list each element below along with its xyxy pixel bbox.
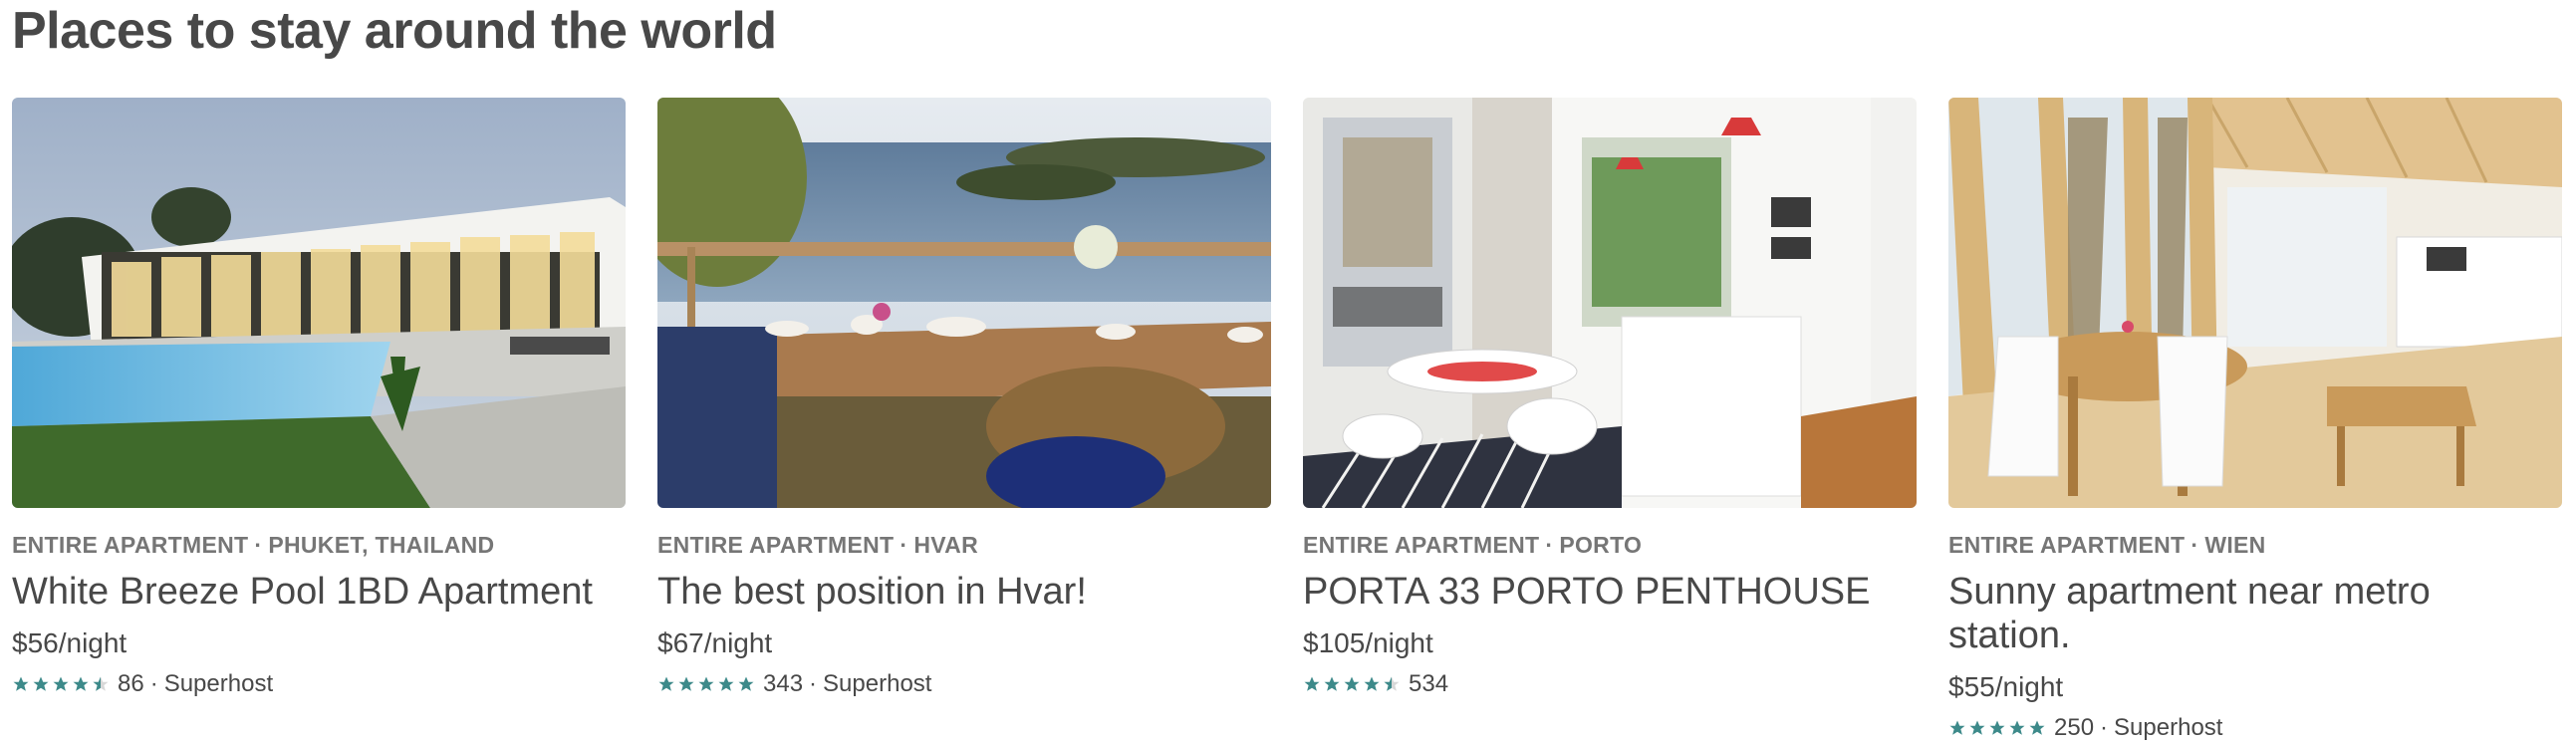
- listing-photo-4[interactable]: [1948, 98, 2562, 508]
- listing-price: $56/night: [12, 627, 128, 658]
- star-icon: [1304, 676, 1320, 691]
- star-icon: [2029, 720, 2045, 735]
- listing-rating: 534: [1303, 669, 1917, 699]
- separator-dot: ·: [2100, 714, 2109, 741]
- listing-kicker: ENTIRE APARTMENT · PORTO: [1303, 530, 1917, 560]
- listing-title[interactable]: Sunny apartment near metro station.: [1948, 570, 2546, 657]
- superhost-badge: Superhost: [823, 670, 932, 697]
- listing-location: PORTO: [1559, 532, 1643, 558]
- review-count: 86: [118, 670, 144, 697]
- half-star-icon: [1384, 676, 1400, 691]
- separator-dot: ·: [254, 532, 263, 558]
- listing-price: $55/night: [1948, 671, 2064, 702]
- listing-rating: 250 · Superhost: [1948, 713, 2562, 743]
- star-rating: [12, 675, 110, 693]
- superhost-badge: Superhost: [163, 670, 274, 697]
- star-icon: [698, 676, 714, 691]
- listing-photo-3[interactable]: [1303, 98, 1917, 508]
- star-rating: [657, 675, 755, 693]
- listing-rating: 343 · Superhost: [657, 669, 1271, 699]
- star-icon: [738, 676, 754, 691]
- star-icon: [1364, 676, 1380, 691]
- listing-title[interactable]: PORTA 33 PORTO PENTHOUSE: [1303, 570, 1901, 614]
- separator-dot: ·: [149, 670, 158, 697]
- listing-kicker: ENTIRE APARTMENT · PHUKET, THAILAND: [12, 530, 626, 560]
- listing-rating: 86 · Superhost: [12, 669, 626, 699]
- separator-dot: ·: [900, 532, 908, 558]
- review-count: 534: [1409, 670, 1449, 697]
- listing-card-1[interactable]: ENTIRE APARTMENT · PHUKET, THAILAND White …: [12, 98, 626, 699]
- listing-kicker: ENTIRE APARTMENT · WIEN: [1948, 530, 2562, 560]
- listing-card-3[interactable]: ENTIRE APARTMENT · PORTO PORTA 33 PORTO PE…: [1303, 98, 1917, 699]
- listing-type: ENTIRE APARTMENT: [657, 532, 895, 558]
- star-icon: [678, 676, 694, 691]
- star-icon: [1344, 676, 1360, 691]
- half-star-icon: [93, 676, 109, 691]
- review-count: 343: [763, 670, 804, 697]
- section-title: Places to stay around the world: [12, 2, 777, 60]
- listing-photo-2[interactable]: [657, 98, 1271, 508]
- star-icon: [658, 676, 674, 691]
- separator-dot: ·: [809, 670, 818, 697]
- star-icon: [53, 676, 69, 691]
- listing-price: $67/night: [657, 627, 773, 658]
- star-rating: [1303, 675, 1401, 693]
- listing-photo-1[interactable]: [12, 98, 626, 508]
- star-icon: [1949, 720, 1965, 735]
- star-icon: [1324, 676, 1340, 691]
- listing-title[interactable]: White Breeze Pool 1BD Apartment: [12, 570, 610, 614]
- star-icon: [33, 676, 49, 691]
- separator-dot: ·: [2190, 532, 2199, 558]
- superhost-badge: Superhost: [2114, 714, 2223, 741]
- listing-location: PHUKET, THAILAND: [268, 532, 495, 558]
- listing-kicker: ENTIRE APARTMENT · HVAR: [657, 530, 1271, 560]
- review-count: 250: [2054, 714, 2095, 741]
- listing-type: ENTIRE APARTMENT: [1303, 532, 1540, 558]
- star-icon: [2009, 720, 2025, 735]
- listing-location: WIEN: [2204, 532, 2266, 558]
- listing-card-2[interactable]: ENTIRE APARTMENT · HVAR The best position …: [657, 98, 1271, 699]
- listing-type: ENTIRE APARTMENT: [1948, 532, 2186, 558]
- star-rating: [1948, 719, 2046, 737]
- listing-type: ENTIRE APARTMENT: [12, 532, 249, 558]
- separator-dot: ·: [1545, 532, 1554, 558]
- listing-card-4[interactable]: ENTIRE APARTMENT · WIEN Sunny apartment ne…: [1948, 98, 2562, 743]
- star-icon: [1989, 720, 2005, 735]
- star-icon: [13, 676, 29, 691]
- listing-title[interactable]: The best position in Hvar!: [657, 570, 1255, 614]
- star-icon: [718, 676, 734, 691]
- listing-price: $105/night: [1303, 627, 1433, 658]
- star-icon: [73, 676, 89, 691]
- listing-location: HVAR: [913, 532, 978, 558]
- star-icon: [1969, 720, 1985, 735]
